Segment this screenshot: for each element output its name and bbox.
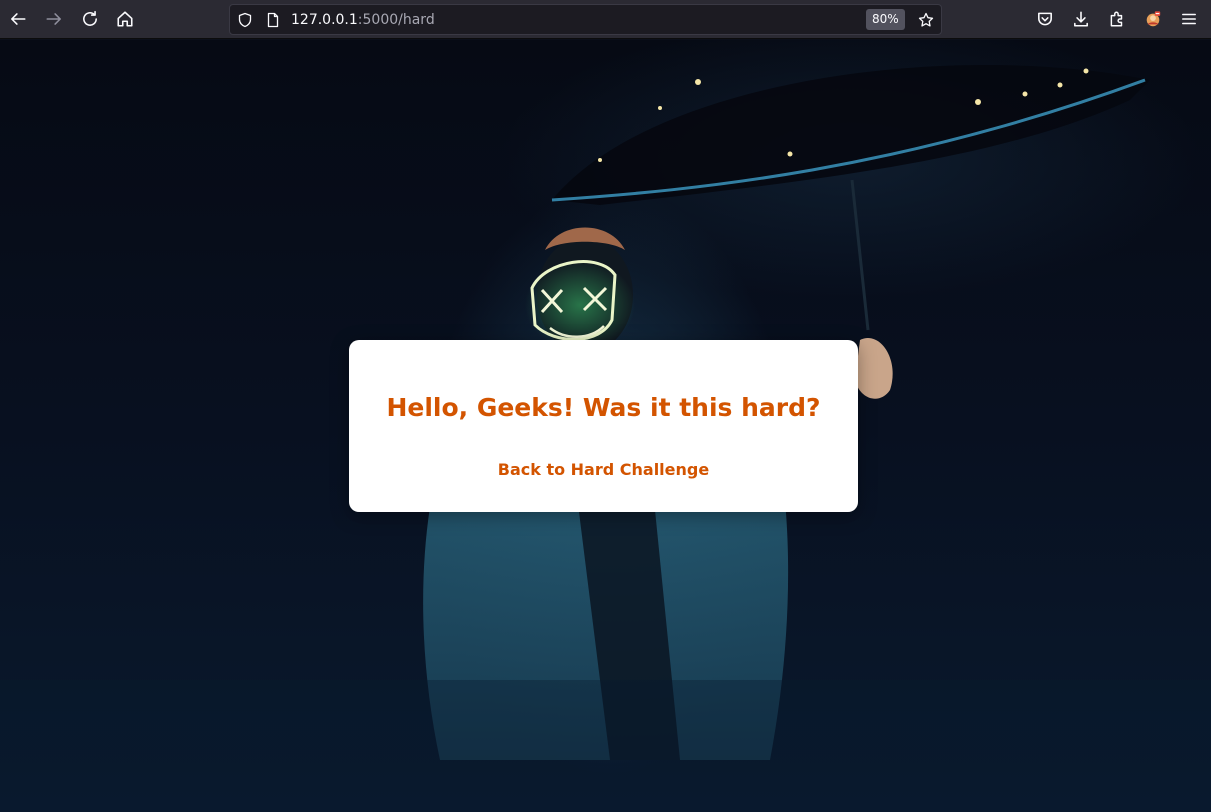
zoom-badge[interactable]: 80%: [866, 9, 905, 30]
account-button[interactable]: [1139, 5, 1167, 33]
browser-toolbar: 127.0.0.1:5000/hard 80%: [0, 0, 1211, 39]
forward-button[interactable]: [40, 5, 68, 33]
url-host: 127.0.0.1: [291, 12, 358, 28]
back-button[interactable]: [4, 5, 32, 33]
page-icon[interactable]: [264, 11, 282, 29]
message-card: Hello, Geeks! Was it this hard? Back to …: [349, 340, 858, 512]
address-bar[interactable]: 127.0.0.1:5000/hard 80%: [229, 4, 942, 35]
reload-icon: [81, 10, 99, 28]
download-icon: [1072, 10, 1090, 28]
home-icon: [116, 10, 134, 28]
pocket-button[interactable]: [1031, 5, 1059, 33]
downloads-button[interactable]: [1067, 5, 1095, 33]
shield-icon[interactable]: [236, 11, 254, 29]
back-icon: [9, 10, 27, 28]
home-button[interactable]: [111, 5, 139, 33]
back-to-hard-challenge-link[interactable]: Back to Hard Challenge: [349, 460, 858, 480]
reload-button[interactable]: [76, 5, 104, 33]
account-icon: [1144, 10, 1162, 28]
menu-button[interactable]: [1175, 5, 1203, 33]
pocket-icon: [1036, 10, 1054, 28]
page-background: Hello, Geeks! Was it this hard? Back to …: [0, 40, 1211, 812]
star-icon[interactable]: [917, 11, 935, 29]
extensions-icon: [1108, 10, 1126, 28]
page-heading: Hello, Geeks! Was it this hard?: [386, 393, 821, 422]
extensions-button[interactable]: [1103, 5, 1131, 33]
menu-icon: [1180, 10, 1198, 28]
url-text[interactable]: 127.0.0.1:5000/hard: [291, 12, 435, 28]
forward-icon: [45, 10, 63, 28]
url-path: :5000/hard: [357, 12, 435, 28]
